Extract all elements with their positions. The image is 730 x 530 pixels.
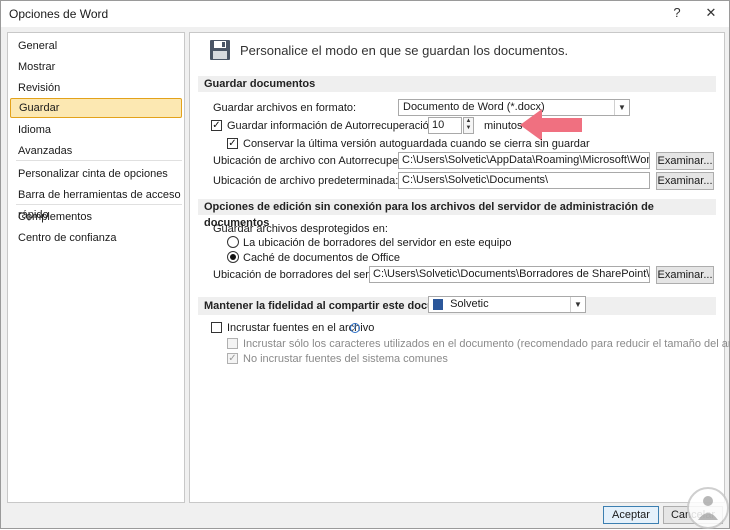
- embed-used-chars-label: Incrustar sólo los caracteres utilizados…: [243, 338, 730, 350]
- spinner-up-icon[interactable]: ▲: [464, 118, 473, 125]
- section-guardar-documentos: Guardar documentos: [198, 76, 716, 92]
- radio-office-cache[interactable]: [227, 251, 239, 263]
- radio-server-drafts[interactable]: [227, 236, 239, 248]
- minutes-label: minutos: [484, 120, 523, 132]
- spinner-down-icon[interactable]: ▼: [464, 125, 473, 132]
- keep-last-version-label: Conservar la última versión autoguardada…: [243, 138, 590, 150]
- options-main-panel: Personalice el modo en que se guardan lo…: [189, 32, 730, 503]
- drafts-location-input[interactable]: C:\Users\Solvetic\Documents\Borradores d…: [369, 266, 650, 283]
- word-document-icon: [433, 298, 443, 310]
- page-header: Personalice el modo en que se guardan lo…: [240, 43, 569, 58]
- format-label: Guardar archivos en formato:: [213, 102, 357, 114]
- sidebar-item-general[interactable]: General: [10, 36, 182, 56]
- browse-autorecover-button[interactable]: Examinar...: [656, 152, 714, 170]
- sidebar-item-mostrar[interactable]: Mostrar: [10, 57, 182, 77]
- default-location-input[interactable]: C:\Users\Solvetic\Documents\: [398, 172, 650, 189]
- embed-fonts-checkbox[interactable]: [211, 322, 222, 333]
- format-select[interactable]: Documento de Word (*.docx) ▼: [398, 99, 630, 116]
- browse-default-button[interactable]: Examinar...: [656, 172, 714, 190]
- browse-drafts-button[interactable]: Examinar...: [656, 266, 714, 284]
- annotation-arrow-icon: [520, 109, 582, 141]
- title-bar: Opciones de Word ? ✕: [1, 1, 729, 27]
- no-common-fonts-label: No incrustar fuentes del sistema comunes: [243, 353, 448, 365]
- default-location-label: Ubicación de archivo predeterminada:: [213, 175, 399, 187]
- chevron-down-icon: ▼: [614, 100, 629, 115]
- sidebar-divider: [16, 160, 182, 161]
- sidebar-item-avanzadas[interactable]: Avanzadas: [10, 141, 182, 161]
- watermark-logo-icon: [687, 487, 729, 529]
- autorecover-label: Guardar información de Autorrecuperación…: [227, 120, 462, 132]
- fidelity-document-value: Solvetic: [450, 298, 489, 310]
- sidebar-item-idioma[interactable]: Idioma: [10, 120, 182, 140]
- embed-used-chars-checkbox[interactable]: [227, 338, 238, 349]
- sidebar-item-complementos[interactable]: Complementos: [10, 207, 182, 227]
- chevron-down-icon: ▼: [570, 297, 585, 312]
- word-options-dialog: Opciones de Word ? ✕ General Mostrar Rev…: [0, 0, 730, 529]
- radio-server-drafts-label: La ubicación de borradores del servidor …: [243, 237, 512, 249]
- info-icon[interactable]: i: [350, 323, 360, 333]
- keep-last-version-checkbox[interactable]: ✓: [227, 138, 238, 149]
- help-button[interactable]: ?: [665, 3, 689, 23]
- window-title: Opciones de Word: [9, 7, 109, 21]
- checked-out-label: Guardar archivos desprotegidos en:: [213, 223, 388, 235]
- options-sidebar: General Mostrar Revisión Guardar Idioma …: [7, 32, 185, 503]
- radio-office-cache-label: Caché de documentos de Office: [243, 252, 400, 264]
- sidebar-item-guardar[interactable]: Guardar: [10, 98, 182, 118]
- no-common-fonts-checkbox[interactable]: ✓: [227, 353, 238, 364]
- autorecover-location-input[interactable]: C:\Users\Solvetic\AppData\Roaming\Micros…: [398, 152, 650, 169]
- autorecover-minutes-input[interactable]: 10: [428, 117, 462, 134]
- fidelity-document-select[interactable]: Solvetic ▼: [428, 296, 586, 313]
- sidebar-item-revision[interactable]: Revisión: [10, 78, 182, 98]
- autorecover-checkbox[interactable]: ✓: [211, 120, 222, 131]
- minutes-spinner[interactable]: ▲ ▼: [463, 117, 474, 134]
- sidebar-divider: [16, 204, 182, 205]
- sidebar-item-centro-confianza[interactable]: Centro de confianza: [10, 228, 182, 248]
- sidebar-item-barra-acceso-rapido[interactable]: Barra de herramientas de acceso rápido: [10, 185, 182, 221]
- section-offline-editing: Opciones de edición sin conexión para lo…: [198, 199, 716, 229]
- ok-button[interactable]: Aceptar: [603, 506, 659, 524]
- floppy-disk-icon: [210, 40, 230, 60]
- sidebar-item-personalizar-cinta[interactable]: Personalizar cinta de opciones: [10, 164, 182, 184]
- close-button[interactable]: ✕: [697, 3, 725, 23]
